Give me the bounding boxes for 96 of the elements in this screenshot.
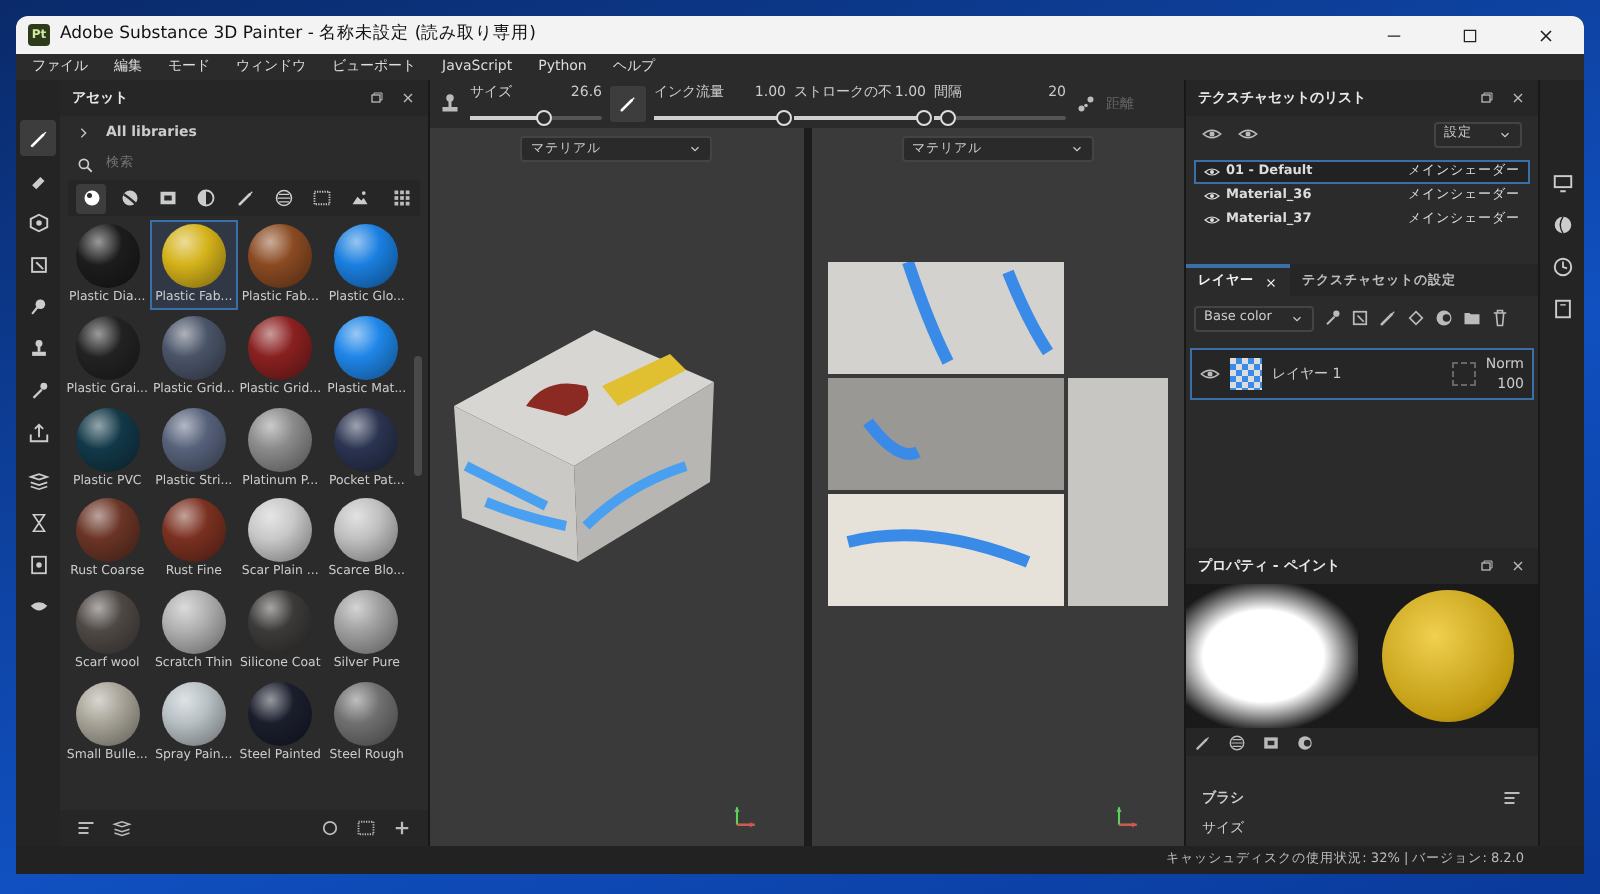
material-tab-icon xyxy=(1296,733,1314,751)
eye-icon xyxy=(1204,212,1220,228)
filter-button[interactable] xyxy=(76,183,107,213)
hatched-circle-icon xyxy=(273,188,294,208)
brush-tab-button[interactable] xyxy=(1194,733,1212,751)
add-button[interactable] xyxy=(392,818,412,838)
restore-button[interactable] xyxy=(1478,558,1494,574)
clock-icon xyxy=(1551,255,1573,277)
restore-button[interactable] xyxy=(1478,90,1494,106)
list-button[interactable] xyxy=(76,818,96,838)
search-icon xyxy=(76,155,94,173)
stencil-tab-button[interactable] xyxy=(1262,733,1280,751)
refresh-button[interactable] xyxy=(320,818,340,838)
close-button[interactable] xyxy=(1510,90,1526,106)
close-icon xyxy=(1536,25,1556,45)
tool-button[interactable] xyxy=(20,120,56,156)
close-icon xyxy=(400,90,416,106)
stencil-tab-icon xyxy=(1262,733,1280,751)
polygon-icon xyxy=(27,253,49,275)
document-icon xyxy=(27,553,49,575)
maximize-icon xyxy=(1460,25,1480,45)
refresh-icon xyxy=(320,818,340,838)
close-button[interactable] xyxy=(1510,558,1526,574)
trash-icon xyxy=(1490,308,1510,328)
brush-icon xyxy=(618,94,638,114)
trash-button[interactable] xyxy=(1490,308,1510,328)
fill-button[interactable] xyxy=(1406,308,1426,328)
dropper-button[interactable] xyxy=(1322,308,1342,328)
window-title: Adobe Substance 3D Painter - 名称未設定 (読み取り専用) xyxy=(60,22,536,48)
brush-icon xyxy=(27,127,49,149)
restore-icon xyxy=(1478,90,1494,106)
mask-slot xyxy=(1451,362,1476,386)
grid-view-button[interactable] xyxy=(392,188,412,208)
add-icon xyxy=(392,818,412,838)
eye-button[interactable] xyxy=(1238,124,1258,144)
eye-button[interactable] xyxy=(1200,364,1220,384)
scatter-button[interactable] xyxy=(1074,92,1098,116)
fill-icon xyxy=(1406,308,1426,328)
eye-settings-button[interactable] xyxy=(1202,124,1222,144)
slider[interactable] xyxy=(470,110,602,127)
caret-icon xyxy=(688,142,703,156)
sphere-icon xyxy=(81,188,102,208)
eye-icon xyxy=(1204,164,1220,180)
slider[interactable] xyxy=(794,110,926,127)
grid-view-icon xyxy=(392,188,412,208)
brush-button[interactable] xyxy=(1378,308,1398,328)
axis-gizmo-icon xyxy=(1111,802,1139,830)
caret-icon xyxy=(1498,127,1512,141)
caret-icon xyxy=(1069,142,1084,156)
eye-settings-icon xyxy=(1202,124,1222,144)
restore-icon xyxy=(368,90,384,106)
half-sphere-icon xyxy=(119,188,140,208)
layer-thumbnail xyxy=(1230,358,1262,390)
chevron-icon xyxy=(76,125,90,139)
restore-button[interactable] xyxy=(368,90,384,106)
close-icon xyxy=(1510,90,1526,106)
monitor-icon xyxy=(1551,171,1573,193)
eye-icon xyxy=(1200,364,1220,384)
slider-thumb[interactable] xyxy=(775,110,792,127)
slider-thumb[interactable] xyxy=(940,110,957,127)
material-tab-button[interactable] xyxy=(1296,733,1314,751)
globe-icon xyxy=(1551,213,1573,235)
preset-menu-button[interactable] xyxy=(1502,788,1522,809)
half-circle-icon xyxy=(196,188,217,208)
stack-icon xyxy=(27,469,49,491)
slider[interactable] xyxy=(934,110,1066,127)
dotted-frame-icon xyxy=(312,188,333,208)
brush-icon xyxy=(1378,308,1398,328)
brush-button[interactable] xyxy=(610,86,646,122)
eye-icon xyxy=(1204,188,1220,204)
export-icon xyxy=(27,421,49,443)
restore-icon xyxy=(1478,558,1494,574)
axis-gizmo-icon xyxy=(730,802,758,830)
hourglass-icon xyxy=(27,511,49,533)
slider-thumb[interactable] xyxy=(915,110,932,127)
preset-menu-icon xyxy=(1502,788,1522,809)
brush-tab-icon xyxy=(1194,733,1212,751)
dropper-icon xyxy=(1322,308,1342,328)
alpha-tab-icon xyxy=(1228,733,1246,751)
square-icon xyxy=(158,188,179,208)
brush-icon xyxy=(235,188,256,208)
caret-icon xyxy=(1290,311,1304,325)
close-button[interactable] xyxy=(400,90,416,106)
slider-thumb[interactable] xyxy=(536,110,553,127)
scatter-icon xyxy=(1074,92,1098,116)
book-icon xyxy=(1551,297,1573,319)
cube-icon xyxy=(27,211,49,233)
alpha-tab-button[interactable] xyxy=(1228,733,1246,751)
close-icon xyxy=(1510,558,1526,574)
pin-icon xyxy=(27,295,49,317)
list-icon xyxy=(76,818,96,838)
slider[interactable] xyxy=(654,110,786,127)
stamp-icon xyxy=(27,337,49,359)
landscape-icon xyxy=(350,188,371,208)
eye-icon xyxy=(1238,124,1258,144)
dropper-icon xyxy=(27,379,49,401)
